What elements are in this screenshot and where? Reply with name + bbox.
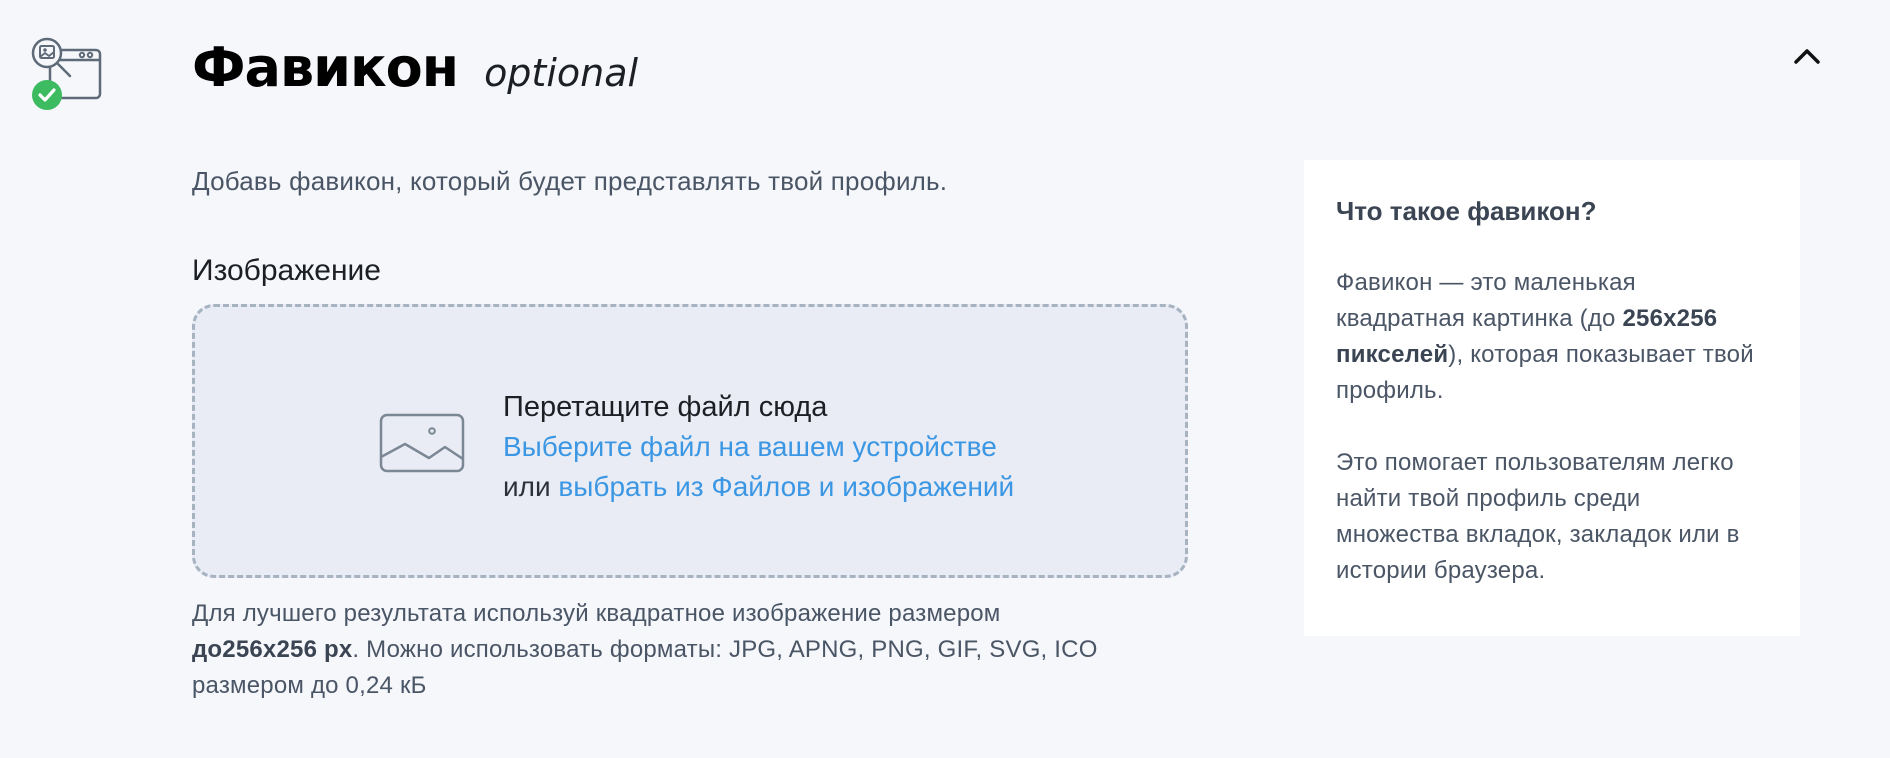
favicon-section: Фавикон optional Добавь фавикон, который… xyxy=(0,0,1890,758)
info-para1-start: Фавикон — это маленькая квадратная карти… xyxy=(1336,269,1636,332)
hint-size-bold: до256x256 px xyxy=(192,636,353,663)
info-paragraph-1: Фавикон — это маленькая квадратная карти… xyxy=(1336,265,1768,409)
dropzone-text: Перетащите файл сюда Выберите файл на ва… xyxy=(503,387,1014,507)
choose-from-device-link[interactable]: Выберите файл на вашем устройстве xyxy=(503,431,997,462)
choose-from-files-link[interactable]: выбрать из Файлов и изображений xyxy=(558,471,1014,502)
info-paragraph-2: Это помогает пользователям легко найти т… xyxy=(1336,449,1740,584)
section-description: Добавь фавикон, который будет представля… xyxy=(192,166,948,196)
image-placeholder-icon xyxy=(379,413,465,473)
image-field-label: Изображение xyxy=(192,254,381,287)
info-panel: Что такое фавикон? Фавикон — это маленьк… xyxy=(1304,160,1800,636)
hint-text-2: . Можно использовать форматы: JPG, APNG,… xyxy=(352,636,1098,663)
section-header: Фавикон optional xyxy=(192,36,638,99)
dropzone-title: Перетащите файл сюда xyxy=(503,391,828,423)
optional-label: optional xyxy=(484,51,639,95)
or-text: или xyxy=(503,471,551,502)
chevron-up-icon xyxy=(1794,49,1820,64)
info-title: Что такое фавикон? xyxy=(1336,196,1597,226)
collapse-button[interactable] xyxy=(1792,44,1822,68)
file-dropzone[interactable]: Перетащите файл сюда Выберите файл на ва… xyxy=(192,304,1188,578)
favicon-check-icon xyxy=(30,36,106,112)
image-requirements-hint: Для лучшего результата используй квадрат… xyxy=(192,596,1152,704)
hint-text-1: Для лучшего результата используй квадрат… xyxy=(192,600,1001,627)
hint-text-3: размером до 0,24 кБ xyxy=(192,672,427,699)
section-title: Фавикон xyxy=(192,36,459,99)
